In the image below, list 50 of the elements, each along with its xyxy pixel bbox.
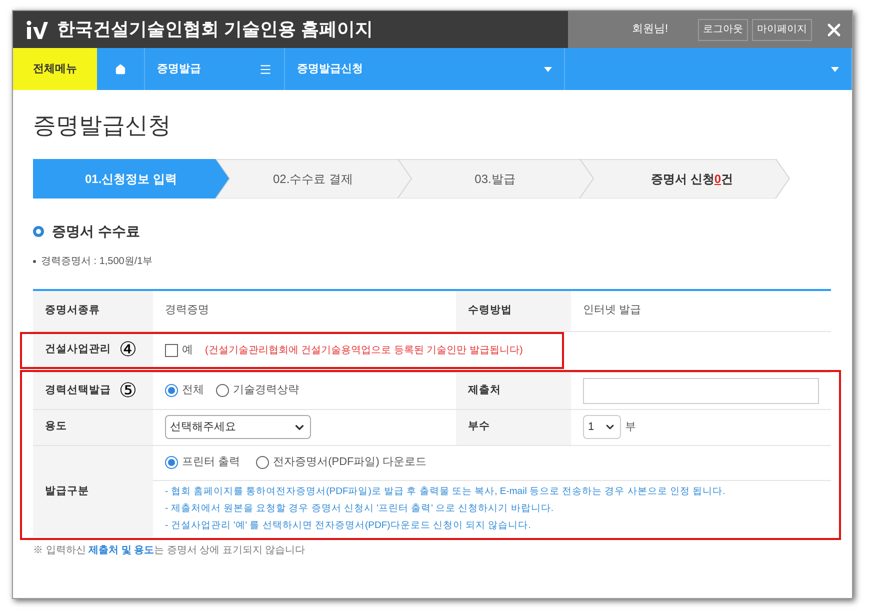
notice-text: (건설기술관리협회에 건설기술용역업으로 등록된 기술인만 발급됩니다) xyxy=(205,344,523,358)
caret-icon xyxy=(544,66,552,72)
row-label: 건설사업관리 xyxy=(45,342,111,358)
radio-label: 프린터 출력 xyxy=(182,455,240,470)
row-label: 발급구분 xyxy=(33,446,153,538)
radio-button[interactable] xyxy=(165,384,178,397)
select-field[interactable]: 1 xyxy=(583,415,621,439)
select-field[interactable]: 선택해주세요 xyxy=(165,415,311,439)
radio-button[interactable] xyxy=(256,456,270,469)
guide-note: - 건설사업관리 '예' 를 선택하시면 전자증명서(PDF)다운로드 신청이 되지 않습니다. xyxy=(165,519,532,533)
site-title: 한국건설기술인협회 기술인용 홈페이지 xyxy=(57,18,374,41)
input-field[interactable] xyxy=(583,378,819,404)
radio-label: 전체 xyxy=(182,383,204,398)
step-marker: ④ xyxy=(119,338,137,363)
guide-note: - 제출처에서 원본을 요청할 경우 증명서 신청시 '프린터 출력' 으로 신청하시기 바랍니다. xyxy=(165,502,554,516)
nav-menu-item[interactable]: 증명발급신청 xyxy=(285,48,565,90)
section-heading: 증명서 수수료 xyxy=(52,222,140,240)
guide-note: - 협회 홈페이지를 통하여전자증명서(PDF파일)로 발급 후 출력물 또는 복사, E-mail 등으로 전송하는 경우 사본으로 인정 됩니다. xyxy=(165,484,726,498)
bullet-icon xyxy=(33,260,36,262)
row-label: 제출처 xyxy=(456,372,571,408)
row-label: 증명서종류 xyxy=(33,290,153,330)
radio-button[interactable] xyxy=(216,384,229,397)
step-marker: ⑤ xyxy=(119,378,137,404)
home-icon[interactable] xyxy=(115,64,126,74)
radio-button[interactable] xyxy=(165,456,178,469)
nav-menu-item[interactable]: 증명발급 xyxy=(145,48,285,90)
caret-icon xyxy=(831,66,839,72)
all-menu-button[interactable]: 전체메뉴 xyxy=(13,48,97,90)
footnote-link[interactable]: 제출처 및 용도 xyxy=(88,545,154,556)
menu-icon xyxy=(259,62,272,76)
header-button[interactable]: 로그아웃 xyxy=(698,18,748,40)
table-cell-text: 경력증명 xyxy=(164,303,210,318)
checkbox-label: 예 xyxy=(182,342,193,358)
bullet-icon xyxy=(33,226,44,236)
row-label: 경력선택발급 xyxy=(45,382,111,398)
header-button[interactable]: 마이페이지 xyxy=(752,18,812,40)
unit-label: 부 xyxy=(625,420,636,435)
radio-label: 전자증명서(PDF파일) 다운로드 xyxy=(273,455,426,470)
logo-icon xyxy=(25,20,49,40)
checkbox[interactable] xyxy=(165,344,178,356)
footnote: ※ 입력하신 제출처 및 용도는 증명서 상에 표기되지 않습니다 xyxy=(33,544,306,558)
row-label: 수령방법 xyxy=(456,290,571,330)
fee-item: 경력증명서 : 1,500원/1부 xyxy=(41,254,153,268)
row-label: 부수 xyxy=(456,408,571,444)
cart-count: 증명서 신청0건 xyxy=(579,158,789,198)
greeting: 회원님! xyxy=(632,22,668,38)
row-label: 용도 xyxy=(33,408,153,444)
table-cell-text: 인터넷 발급 xyxy=(582,303,642,318)
radio-label: 기술경력상략 xyxy=(233,383,299,398)
page-title: 증명발급신청 xyxy=(33,111,172,140)
